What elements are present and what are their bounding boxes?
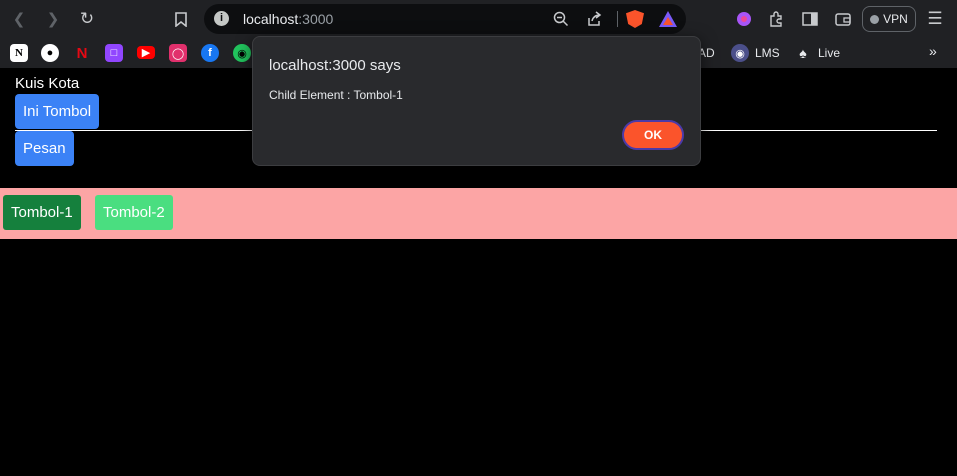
facebook-icon[interactable]: f xyxy=(201,44,219,62)
omnibox-divider xyxy=(617,11,618,27)
vpn-button[interactable]: VPN xyxy=(862,6,916,32)
leo-ai-icon[interactable] xyxy=(733,8,755,30)
share-icon[interactable] xyxy=(584,10,604,28)
parent-container[interactable]: Tombol-1 Tombol-2 xyxy=(0,188,957,239)
forward-icon[interactable]: ❯ xyxy=(42,8,64,30)
url-port: :3000 xyxy=(298,11,334,27)
twitch-icon[interactable]: □ xyxy=(105,44,123,62)
vpn-label: VPN xyxy=(883,12,908,26)
url-host: localhost xyxy=(243,11,299,27)
alert-dialog: localhost:3000 says Child Element : Tomb… xyxy=(252,36,701,166)
live-icon[interactable]: ♠ xyxy=(794,44,812,62)
notion-icon[interactable]: N xyxy=(10,44,28,62)
menu-icon[interactable]: ☰ xyxy=(924,8,946,30)
lms-icon[interactable]: ◉ xyxy=(731,44,749,62)
netflix-icon[interactable]: N xyxy=(73,44,91,62)
extension-icon[interactable]: ◉ xyxy=(233,44,251,62)
github-icon[interactable]: ● xyxy=(41,44,59,62)
instagram-icon[interactable]: ◯ xyxy=(169,44,187,62)
bookmark-icon[interactable] xyxy=(170,8,192,30)
sidebar-icon[interactable] xyxy=(799,8,821,30)
dialog-title: localhost:3000 says xyxy=(269,57,401,74)
more-bookmarks-icon[interactable]: » xyxy=(929,43,937,59)
dialog-message: Child Element : Tombol-1 xyxy=(269,88,403,102)
zoom-icon[interactable] xyxy=(551,10,571,28)
address-bar[interactable]: i localhost:3000 xyxy=(204,4,686,34)
page-title: Kuis Kota xyxy=(15,75,80,92)
pesan-button[interactable]: Pesan xyxy=(15,131,74,166)
brave-shields-icon[interactable] xyxy=(626,10,644,28)
site-info-icon[interactable]: i xyxy=(214,11,229,26)
tombol-1-button[interactable]: Tombol-1 xyxy=(3,195,81,230)
bookmark-live[interactable]: Live xyxy=(818,46,840,60)
vpn-status-icon xyxy=(870,14,880,24)
ini-tombol-button[interactable]: Ini Tombol xyxy=(15,94,100,129)
reload-icon[interactable]: ↻ xyxy=(76,8,98,30)
tombol-2-button[interactable]: Tombol-2 xyxy=(95,195,173,230)
url-text: localhost:3000 xyxy=(243,11,333,27)
browser-toolbar: ❮ ❯ ↻ i localhost:3000 VPN ☰ xyxy=(0,0,957,38)
youtube-icon[interactable]: ▶ xyxy=(137,46,155,59)
extensions-icon[interactable] xyxy=(765,8,787,30)
ok-button[interactable]: OK xyxy=(622,120,684,150)
wallet-icon[interactable] xyxy=(832,8,854,30)
back-icon[interactable]: ❮ xyxy=(8,8,30,30)
brave-rewards-icon[interactable] xyxy=(659,11,677,27)
bookmark-lms[interactable]: LMS xyxy=(755,46,780,60)
